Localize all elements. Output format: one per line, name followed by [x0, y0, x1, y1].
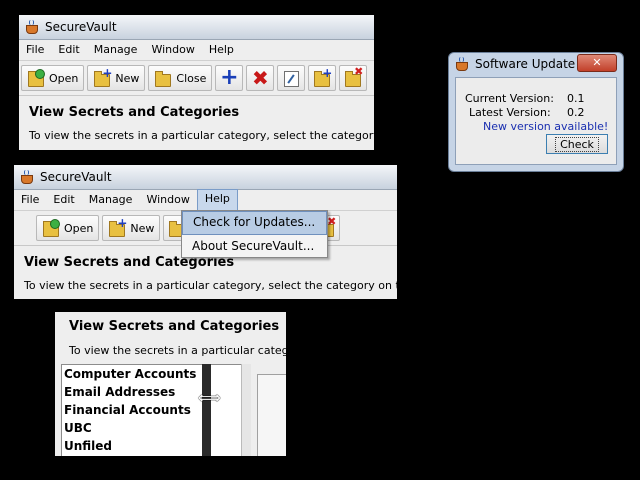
toolbar: Open + New Close + ✖ + ✖: [19, 61, 374, 96]
menu-manage[interactable]: Manage: [82, 190, 140, 210]
menu-item-about[interactable]: About SecureVault...: [182, 235, 327, 257]
list-item[interactable]: Unfiled: [62, 437, 242, 455]
menu-item-check-for-updates[interactable]: Check for Updates...: [182, 211, 327, 235]
menu-window[interactable]: Window: [139, 190, 196, 210]
window-title: SecureVault: [40, 170, 112, 184]
update-status-text: New version available!: [483, 120, 609, 133]
new-button[interactable]: + New: [87, 65, 146, 91]
open-label: Open: [64, 221, 94, 235]
close-button[interactable]: Close: [148, 65, 213, 91]
list-item[interactable]: Computer Accounts: [62, 365, 242, 383]
delete-x-icon: ✖: [251, 66, 269, 90]
category-list: Computer Accounts Email Addresses Financ…: [61, 364, 243, 456]
close-icon: ✕: [592, 56, 602, 69]
title-bar[interactable]: SecureVault: [14, 165, 397, 190]
secrets-list: [257, 374, 286, 456]
add-category-icon: +: [313, 67, 332, 87]
menu-file[interactable]: File: [19, 40, 51, 60]
add-secret-button[interactable]: +: [215, 65, 244, 91]
securevault-window-1: SecureVault File Edit Manage Window Help…: [19, 15, 374, 150]
current-version-value: 0.1: [567, 92, 585, 105]
menu-window[interactable]: Window: [144, 40, 201, 60]
title-bar[interactable]: SecureVault: [19, 15, 374, 40]
open-button[interactable]: Open: [21, 65, 85, 91]
list-item[interactable]: UBC: [62, 419, 242, 437]
menu-bar: File Edit Manage Window Help: [14, 189, 397, 211]
dialog-close-button[interactable]: ✕: [577, 54, 617, 72]
add-category-button[interactable]: +: [308, 65, 337, 91]
menu-file[interactable]: File: [14, 190, 46, 210]
delete-category-icon: ✖: [344, 66, 363, 87]
latest-version-label: Latest Version:: [469, 106, 551, 119]
menu-edit[interactable]: Edit: [46, 190, 81, 210]
open-folder-icon: [42, 219, 60, 237]
software-update-dialog: Software Update ✕ Current Version: 0.1 L…: [448, 52, 624, 172]
menu-edit[interactable]: Edit: [51, 40, 86, 60]
menu-help[interactable]: Help: [196, 189, 238, 211]
categories-panel: View Secrets and Categories To view the …: [55, 312, 286, 456]
check-label: Check: [555, 136, 599, 152]
edit-secret-button[interactable]: [277, 65, 306, 91]
help-menu-dropdown: Check for Updates... About SecureVault..…: [181, 210, 328, 258]
java-cup-icon: [25, 20, 39, 34]
latest-version-value: 0.2: [567, 106, 585, 119]
new-folder-icon: +: [108, 217, 127, 237]
open-label: Open: [49, 71, 79, 85]
page-heading: View Secrets and Categories: [69, 319, 280, 334]
new-folder-icon: +: [93, 67, 112, 87]
menu-manage[interactable]: Manage: [87, 40, 145, 60]
page-description: To view the secrets in a particular cate…: [29, 129, 374, 142]
close-label: Close: [176, 71, 207, 85]
java-cup-icon: [455, 57, 469, 71]
split-pane-divider[interactable]: [202, 364, 211, 456]
new-label: New: [130, 221, 155, 235]
dialog-body: Current Version: 0.1 Latest Version: 0.2…: [455, 77, 617, 165]
current-version-label: Current Version:: [465, 92, 554, 105]
delete-category-button[interactable]: ✖: [339, 65, 368, 91]
new-button[interactable]: + New: [102, 215, 161, 241]
page-description: To view the secrets in a particular cate…: [69, 344, 286, 357]
edit-note-icon: [282, 69, 300, 87]
content-area: View Secrets and Categories To view the …: [19, 96, 374, 150]
close-folder-icon: [154, 69, 172, 87]
open-folder-icon: [27, 69, 45, 87]
java-cup-icon: [20, 170, 34, 184]
dialog-title: Software Update: [475, 57, 576, 71]
menu-bar: File Edit Manage Window Help: [19, 40, 374, 61]
menu-help[interactable]: Help: [202, 40, 241, 60]
plus-icon: +: [220, 65, 239, 90]
page-description: To view the secrets in a particular cate…: [24, 279, 397, 292]
new-label: New: [115, 71, 140, 85]
check-button[interactable]: Check: [546, 134, 608, 154]
window-title: SecureVault: [45, 20, 117, 34]
open-button[interactable]: Open: [36, 215, 100, 241]
delete-secret-button[interactable]: ✖: [246, 65, 275, 91]
secrets-pane: [251, 364, 286, 456]
page-heading: View Secrets and Categories: [29, 105, 240, 120]
resize-cursor-icon: ⟺: [198, 388, 221, 407]
